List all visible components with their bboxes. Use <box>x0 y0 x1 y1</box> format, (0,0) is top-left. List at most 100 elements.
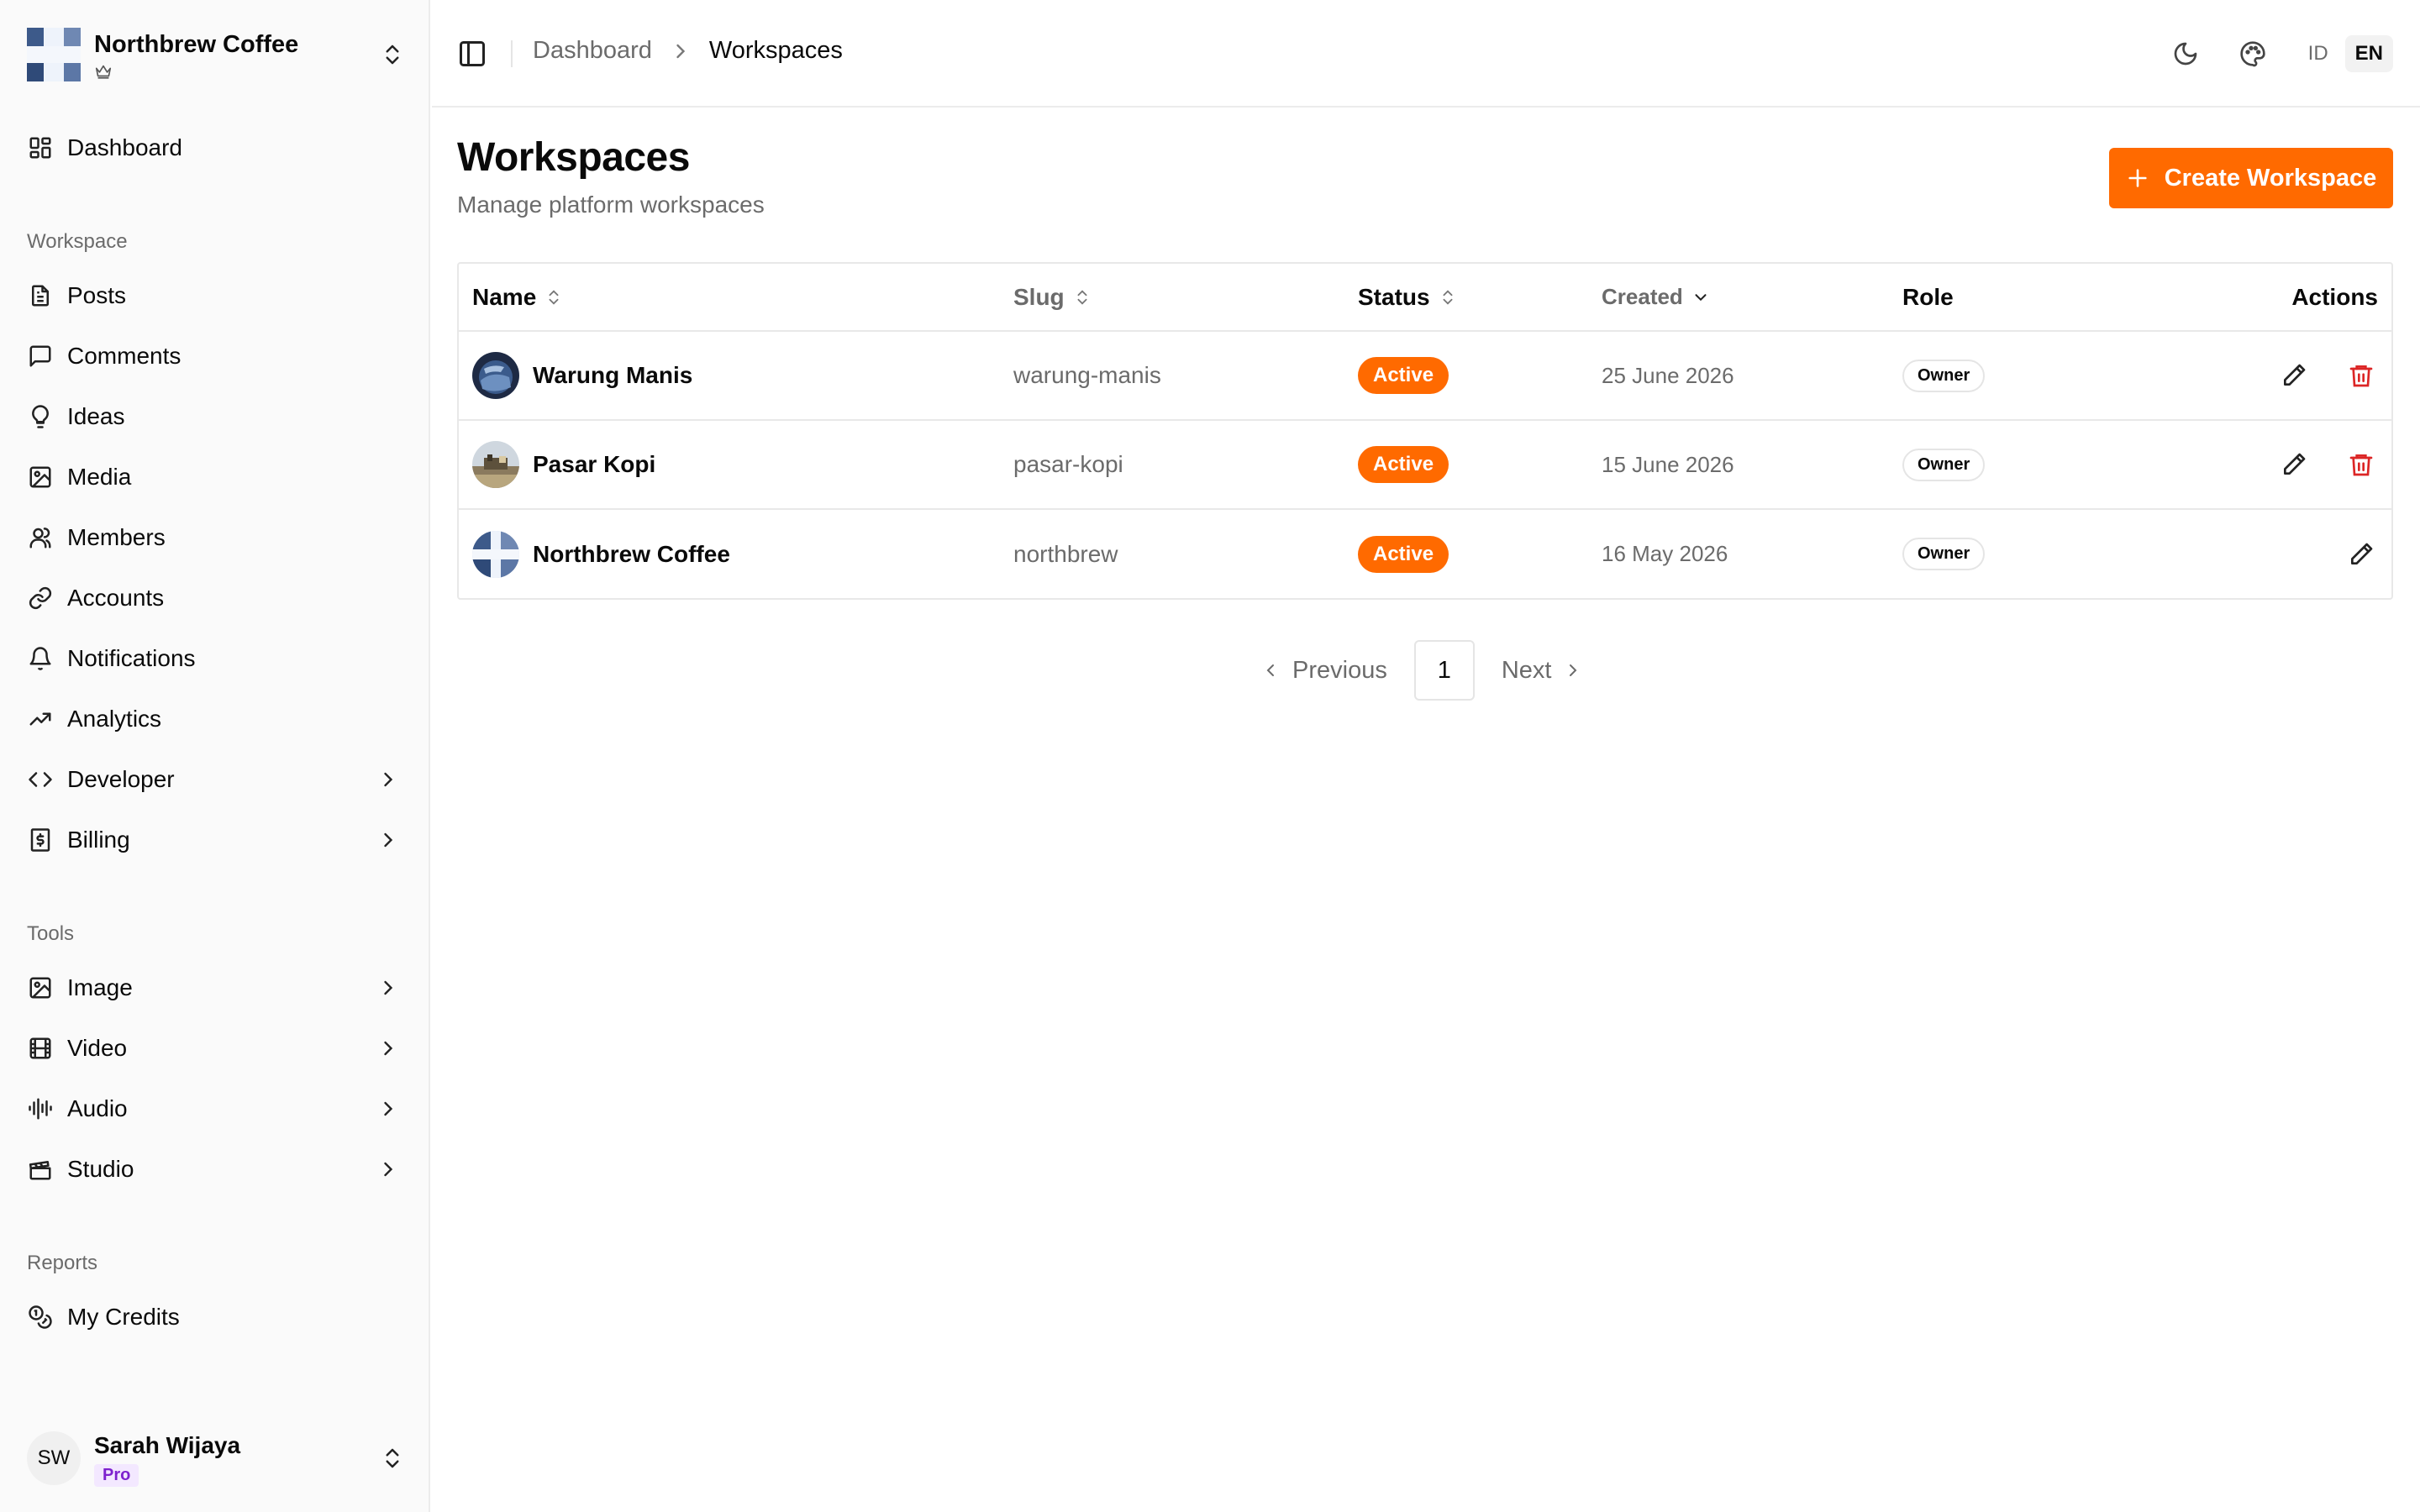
edit-button[interactable] <box>2344 538 2378 571</box>
delete-button[interactable] <box>2344 359 2378 392</box>
chevron-right-icon <box>1570 664 1577 676</box>
breadcrumb: Dashboard Workspaces <box>533 37 843 65</box>
film-icon <box>27 1035 54 1062</box>
workspace-avatar <box>472 530 519 578</box>
sidebar-item-image[interactable]: Image <box>27 964 405 1011</box>
sidebar-item-media[interactable]: Media <box>27 454 405 501</box>
workspace-switcher[interactable]: Northbrew Coffee <box>27 25 405 84</box>
edit-button[interactable] <box>2277 448 2311 481</box>
chevrons-up-down-icon <box>1077 289 1087 305</box>
code-icon <box>27 766 54 793</box>
pencil-icon <box>2351 543 2373 564</box>
column-header-label: Role <box>1902 283 1954 310</box>
column-header-status[interactable]: Status <box>1358 284 1602 311</box>
trash-icon <box>2349 454 2373 476</box>
sidebar-item-analytics[interactable]: Analytics <box>27 696 405 743</box>
palette-button[interactable] <box>2233 34 2273 74</box>
workspace-name[interactable]: Northbrew Coffee <box>533 541 730 568</box>
receipt-dollar-icon <box>27 827 54 853</box>
sidebar-item-label: My Credits <box>67 1304 180 1330</box>
create-workspace-button[interactable]: Create Workspace <box>2109 148 2393 208</box>
chevron-down-icon <box>1695 293 1707 301</box>
sidebar-item-audio[interactable]: Audio <box>27 1085 405 1132</box>
message-square-icon <box>27 343 54 370</box>
group-label-tools: Tools <box>27 922 75 945</box>
chevrons-up-down-icon <box>1443 289 1453 305</box>
sidebar-item-label: Ideas <box>67 403 125 429</box>
column-header-label: Status <box>1358 283 1430 310</box>
next-page-button[interactable]: Next <box>1502 657 1584 685</box>
created-date: 16 May 2026 <box>1602 541 1728 566</box>
column-header-label: Name <box>472 283 537 310</box>
sidebar-item-label: Image <box>67 974 133 1000</box>
next-label: Next <box>1501 656 1552 684</box>
image-icon <box>27 974 54 1001</box>
group-label-workspace: Workspace <box>27 230 128 253</box>
panel-left-icon <box>460 41 485 66</box>
theme-toggle-button[interactable] <box>2165 34 2206 74</box>
sidebar-item-accounts[interactable]: Accounts <box>27 575 405 622</box>
column-header-slug[interactable]: Slug <box>1013 284 1358 311</box>
workspace-avatar <box>472 352 519 399</box>
sidebar-item-notifications[interactable]: Notifications <box>27 635 405 682</box>
delete-button[interactable] <box>2344 448 2378 481</box>
palette-icon <box>2239 41 2265 67</box>
sidebar-item-label: Studio <box>67 1156 134 1182</box>
sidebar-item-studio[interactable]: Studio <box>27 1146 405 1193</box>
status-badge: Active <box>1358 357 1449 394</box>
breadcrumb-current: Workspaces <box>708 37 843 64</box>
sidebar-item-label: Media <box>67 464 132 490</box>
page-subtitle: Manage platform workspaces <box>457 192 765 218</box>
sidebar-item-members[interactable]: Members <box>27 514 405 561</box>
plan-badge: Pro <box>94 1463 139 1487</box>
sidebar-item-dashboard[interactable]: Dashboard <box>27 124 405 171</box>
sidebar-item-label: Accounts <box>67 585 165 611</box>
user-menu[interactable]: SW Sarah Wijaya Pro <box>27 1426 405 1490</box>
workspace-slug: warung-manis <box>1013 362 1161 388</box>
page-number-button[interactable]: 1 <box>1413 640 1475 701</box>
column-header-role: Role <box>1902 284 2154 311</box>
edit-button[interactable] <box>2277 359 2311 392</box>
workspace-name[interactable]: Warung Manis <box>533 362 692 389</box>
sidebar-item-label: Billing <box>67 827 130 853</box>
sidebar-item-developer[interactable]: Developer <box>27 756 405 803</box>
trending-up-icon <box>27 706 54 732</box>
sidebar-item-comments[interactable]: Comments <box>27 333 405 380</box>
language-switcher: ID EN <box>2298 35 2393 72</box>
sidebar-item-video[interactable]: Video <box>27 1025 405 1072</box>
role-badge: Owner <box>1902 359 1986 392</box>
role-badge: Owner <box>1902 538 1986 570</box>
previous-page-button[interactable]: Previous <box>1260 657 1387 685</box>
chevron-right-icon <box>384 1162 393 1177</box>
chevron-left-icon <box>1266 664 1274 676</box>
sidebar-item-label: Developer <box>67 766 175 792</box>
column-header-actions: Actions <box>2291 283 2378 310</box>
workspace-name[interactable]: Pasar Kopi <box>533 451 655 478</box>
column-header-name[interactable]: Name <box>472 284 1013 311</box>
chevron-right-icon <box>384 772 393 787</box>
sidebar: Northbrew Coffee Dashboard Workspace Pos… <box>0 0 430 1512</box>
layout-dashboard-icon <box>27 134 54 161</box>
chevrons-up-down-icon <box>386 1448 399 1468</box>
lightbulb-icon <box>27 403 54 430</box>
plus-icon <box>2128 169 2147 187</box>
lang-id-button[interactable]: ID <box>2298 35 2338 72</box>
pencil-icon <box>2284 453 2306 475</box>
sidebar-item-billing[interactable]: Billing <box>27 816 405 864</box>
lang-en-button[interactable]: EN <box>2344 35 2393 72</box>
table-header-row: Name Slug Status Created Role Actions <box>459 264 2391 332</box>
sidebar-item-ideas[interactable]: Ideas <box>27 393 405 440</box>
sidebar-toggle-button[interactable] <box>457 39 487 69</box>
group-label-reports: Reports <box>27 1252 98 1274</box>
status-badge: Active <box>1358 535 1449 573</box>
table-row: Pasar Kopi pasar-kopi Active 15 June 202… <box>459 420 2391 510</box>
sidebar-item-my-credits[interactable]: My Credits <box>27 1294 405 1341</box>
sidebar-item-posts[interactable]: Posts <box>27 272 405 319</box>
sidebar-item-label: Analytics <box>67 706 162 732</box>
sidebar-item-label: Video <box>67 1035 128 1061</box>
role-badge: Owner <box>1902 448 1986 481</box>
previous-label: Previous <box>1292 656 1387 684</box>
workspace-slug: pasar-kopi <box>1013 451 1123 477</box>
breadcrumb-dashboard-link[interactable]: Dashboard <box>533 37 652 65</box>
column-header-created[interactable]: Created <box>1602 284 1902 310</box>
